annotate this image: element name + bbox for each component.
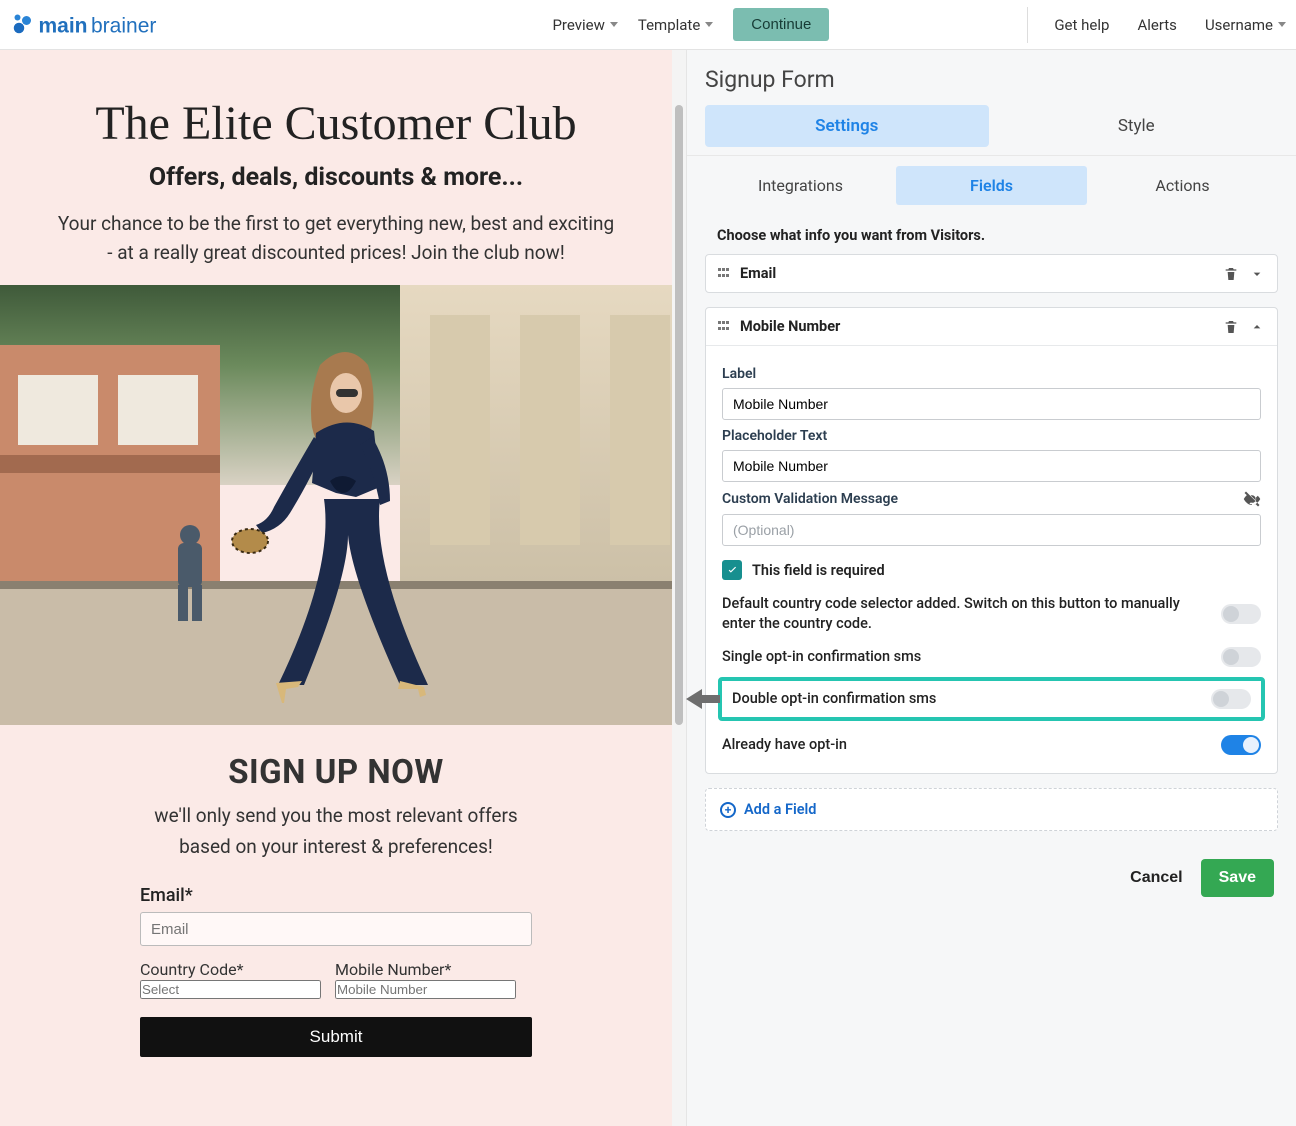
preview-label: Preview	[552, 16, 604, 34]
opt-country-label: Default country code selector added. Swi…	[722, 594, 1209, 633]
submit-button[interactable]: Submit	[140, 1017, 532, 1057]
required-label: This field is required	[752, 562, 885, 579]
toggle-already-optin[interactable]	[1221, 735, 1261, 755]
username-label: Username	[1205, 16, 1273, 34]
signup-sub-1: we'll only send you the most relevant of…	[140, 802, 532, 831]
label-label: Label	[722, 366, 1261, 382]
drag-handle-icon[interactable]	[718, 268, 730, 280]
template-label: Template	[638, 16, 700, 34]
hero-subtitle: Offers, deals, discounts & more...	[40, 163, 632, 192]
chevron-down-icon	[705, 22, 713, 27]
get-help-link[interactable]: Get help	[1054, 16, 1109, 34]
field-card-email: Email	[705, 254, 1278, 293]
signup-title: SIGN UP NOW	[140, 753, 532, 792]
placeholder-label: Placeholder Text	[722, 428, 1261, 444]
secondary-tabs: Integrations Fields Actions	[687, 156, 1296, 205]
cvm-label: Custom Validation Message	[722, 491, 898, 507]
hero-lead-1: Your chance to be the first to get every…	[40, 210, 632, 239]
callout-arrow-icon	[686, 687, 720, 715]
email-input[interactable]	[140, 912, 532, 946]
topbar: main brainer Preview Template Continue G…	[0, 0, 1296, 50]
hero-image	[0, 285, 672, 725]
chevron-down-icon[interactable]	[1249, 266, 1265, 282]
opt-already-label: Already have opt-in	[722, 735, 1209, 755]
visibility-off-icon[interactable]	[1243, 490, 1261, 508]
trash-icon[interactable]	[1223, 266, 1239, 282]
trash-icon[interactable]	[1223, 319, 1239, 335]
settings-panel: Signup Form Settings Style Integrations …	[686, 50, 1296, 1126]
chevron-down-icon	[1278, 22, 1286, 27]
cancel-button[interactable]: Cancel	[1130, 869, 1182, 887]
highlighted-double-optin: Double opt-in confirmation sms	[718, 677, 1265, 721]
alerts-link[interactable]: Alerts	[1137, 16, 1177, 34]
placeholder-input[interactable]	[722, 450, 1261, 482]
hero-title: The Elite Customer Club	[40, 96, 632, 151]
signup-sub-2: based on your interest & preferences!	[140, 833, 532, 862]
label-input[interactable]	[722, 388, 1261, 420]
svg-text:brainer: brainer	[91, 14, 156, 37]
scrollbar-thumb[interactable]	[675, 105, 683, 725]
primary-tabs: Settings Style	[687, 105, 1296, 156]
required-checkbox[interactable]	[722, 560, 742, 580]
add-field-button[interactable]: + Add a Field	[705, 788, 1278, 831]
plus-icon: +	[720, 802, 736, 818]
landing-preview: The Elite Customer Club Offers, deals, d…	[0, 50, 672, 1126]
hero-lead-2: - at a really great discounted prices! J…	[40, 239, 632, 268]
svg-text:main: main	[39, 14, 88, 37]
opt-double-label: Double opt-in confirmation sms	[732, 689, 1199, 709]
country-code-label: Country Code*	[140, 960, 243, 979]
brand-logo: main brainer	[8, 7, 190, 43]
field-card-mobile: Mobile Number Label Placeholder Text Cus…	[705, 307, 1278, 774]
chevron-down-icon	[610, 22, 618, 27]
field-mobile-title: Mobile Number	[740, 318, 840, 335]
preview-scrollbar[interactable]	[672, 50, 686, 1126]
save-button[interactable]: Save	[1201, 859, 1274, 897]
mobile-number-input[interactable]	[335, 980, 516, 999]
country-code-select[interactable]	[140, 980, 321, 999]
tab-settings[interactable]: Settings	[705, 105, 989, 147]
toggle-country-code[interactable]	[1221, 604, 1261, 624]
chevron-up-icon[interactable]	[1249, 319, 1265, 335]
email-label: Email*	[140, 885, 532, 906]
continue-button[interactable]: Continue	[733, 8, 829, 41]
toggle-double-optin[interactable]	[1211, 689, 1251, 709]
field-email-title: Email	[740, 265, 776, 282]
drag-handle-icon[interactable]	[718, 321, 730, 333]
opt-single-label: Single opt-in confirmation sms	[722, 647, 1209, 667]
divider	[1027, 7, 1028, 43]
tab-actions[interactable]: Actions	[1087, 166, 1278, 205]
mobile-number-label: Mobile Number*	[335, 960, 451, 979]
tab-fields[interactable]: Fields	[896, 166, 1087, 205]
tab-integrations[interactable]: Integrations	[705, 166, 896, 205]
username-dropdown[interactable]: Username	[1205, 16, 1286, 34]
toggle-single-optin[interactable]	[1221, 647, 1261, 667]
cvm-input[interactable]	[722, 514, 1261, 546]
template-dropdown[interactable]: Template	[638, 16, 713, 34]
tab-style[interactable]: Style	[995, 105, 1279, 155]
preview-dropdown[interactable]: Preview	[552, 16, 617, 34]
panel-title: Signup Form	[687, 50, 1296, 105]
add-field-label: Add a Field	[744, 801, 816, 818]
fields-intro: Choose what info you want from Visitors.	[687, 205, 1296, 254]
